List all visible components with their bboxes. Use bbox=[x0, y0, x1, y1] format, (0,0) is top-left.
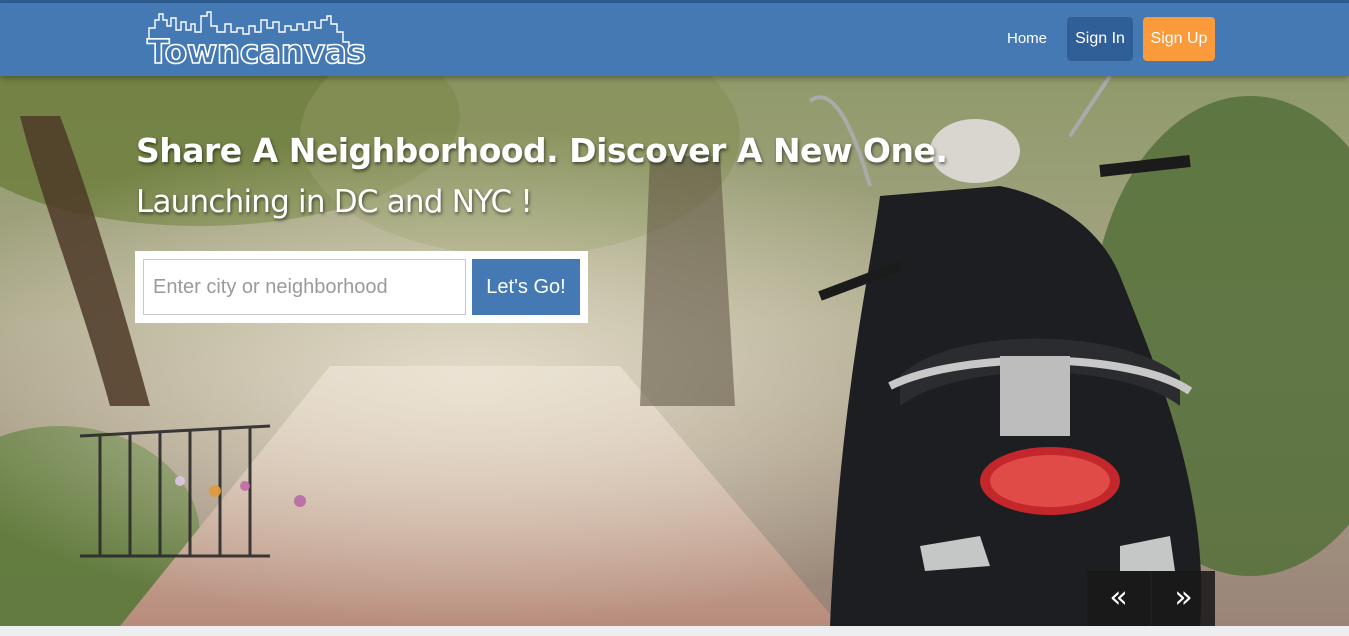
navbar: Towncanvas Home Sign In Sign Up bbox=[0, 3, 1349, 76]
search-input[interactable] bbox=[143, 259, 466, 315]
hero-banner: Share A Neighborhood. Discover A New One… bbox=[0, 76, 1349, 626]
hero-headline: Share A Neighborhood. Discover A New One… bbox=[136, 131, 948, 170]
nav-home-link[interactable]: Home bbox=[997, 17, 1057, 61]
carousel-prev-button[interactable]: « bbox=[1087, 571, 1150, 626]
search-form: Let's Go! bbox=[135, 251, 588, 323]
hero-subhead: Launching in DC and NYC ! bbox=[136, 184, 533, 220]
bottom-strip bbox=[0, 626, 1349, 636]
sign-up-button[interactable]: Sign Up bbox=[1143, 17, 1215, 61]
sign-in-button[interactable]: Sign In bbox=[1067, 17, 1133, 61]
carousel-next-button[interactable]: » bbox=[1152, 571, 1215, 626]
logo[interactable]: Towncanvas bbox=[145, 8, 367, 74]
logo-text: Towncanvas bbox=[146, 32, 367, 71]
lets-go-button[interactable]: Let's Go! bbox=[472, 259, 580, 315]
